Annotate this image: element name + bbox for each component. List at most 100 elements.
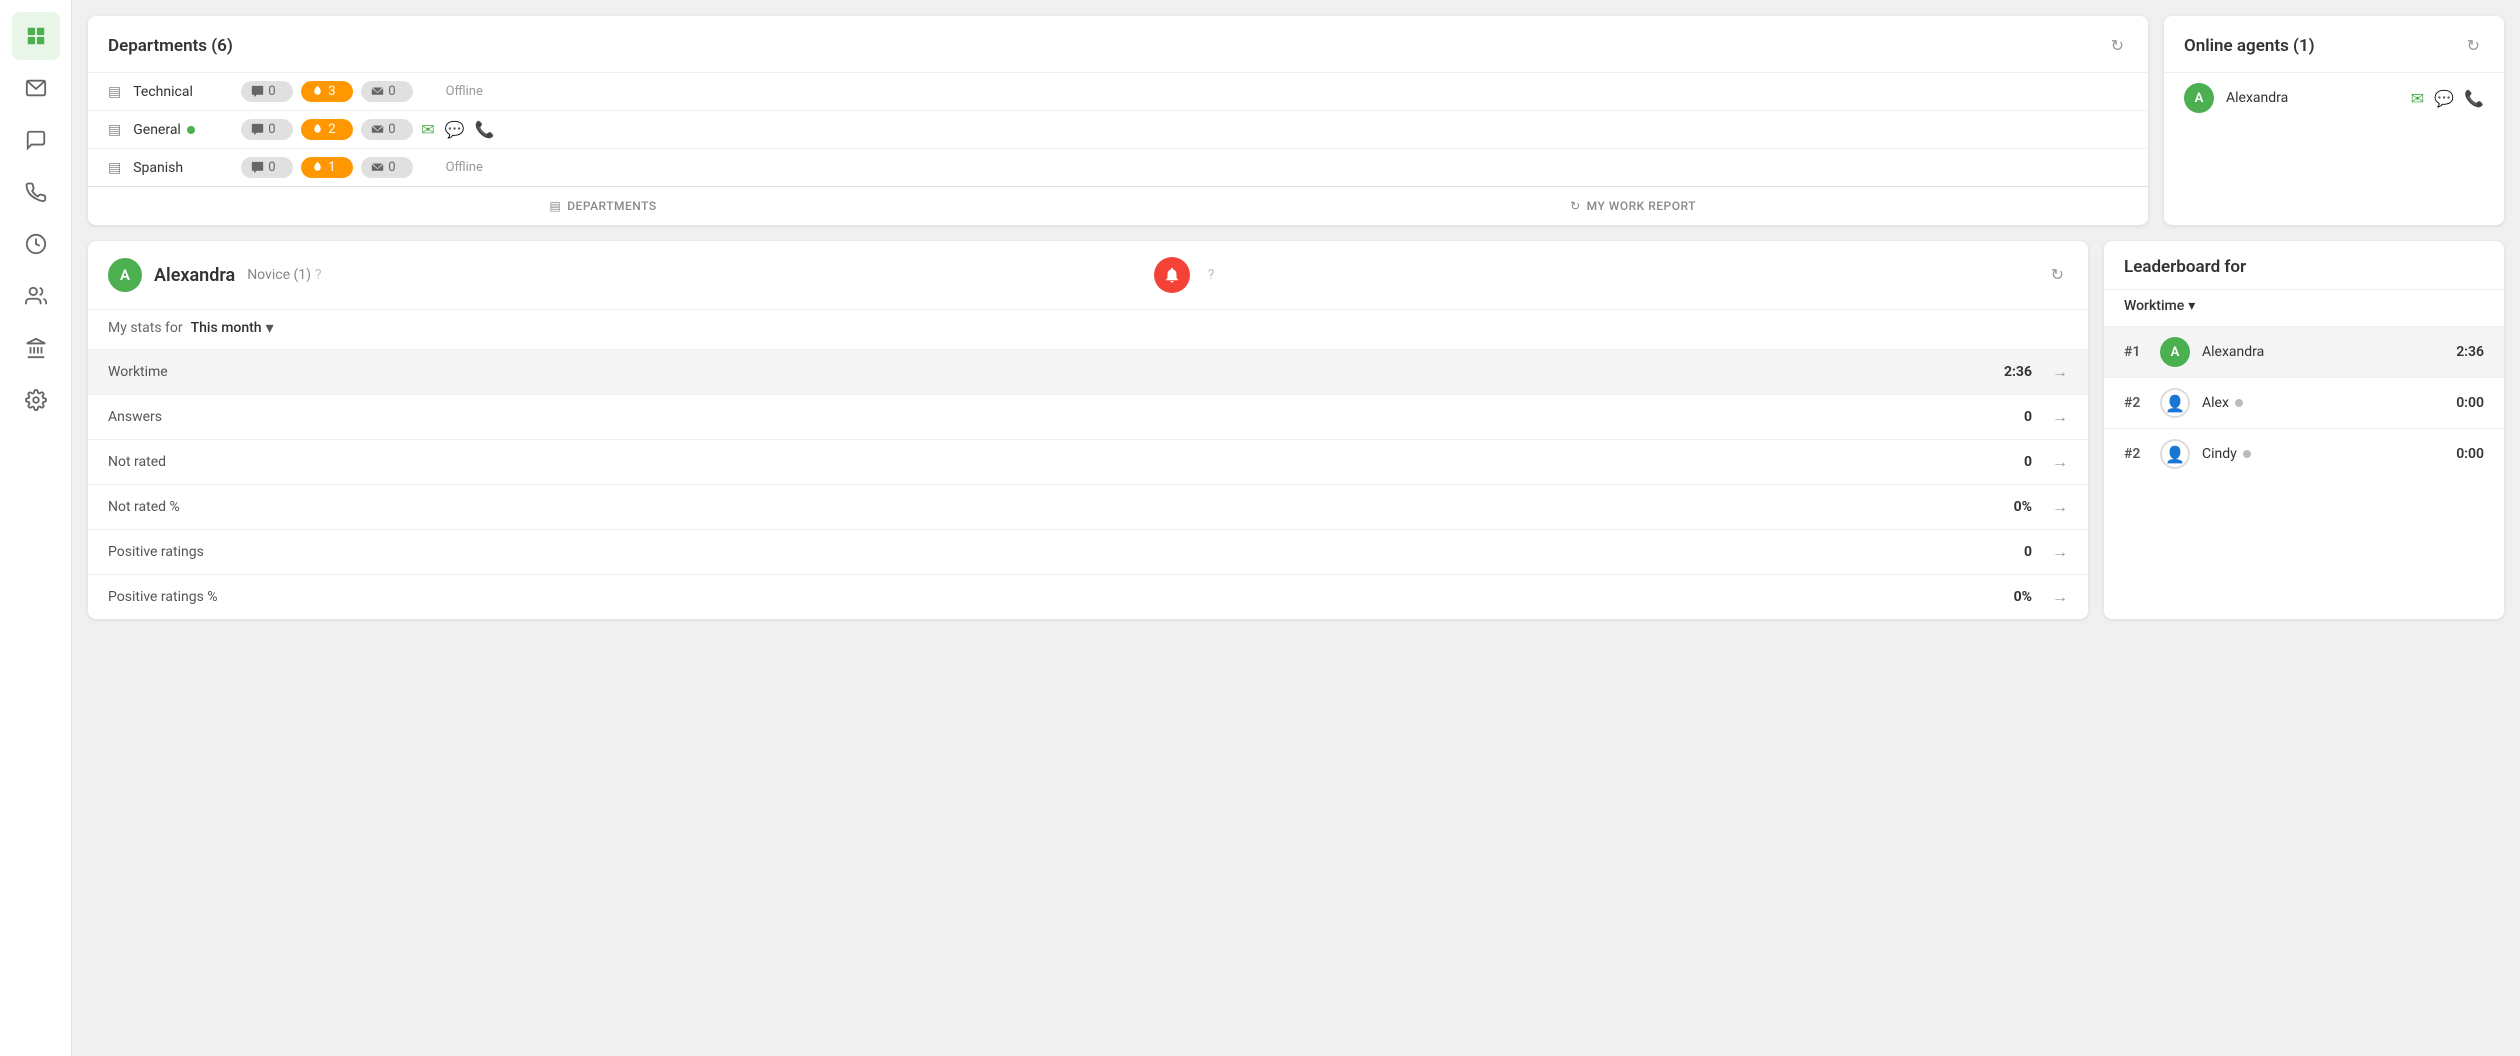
settings-icon	[25, 389, 47, 411]
alert-question-icon[interactable]: ?	[1208, 267, 1215, 283]
stats-filter-row: My stats for This month ▾	[88, 309, 2088, 349]
sidebar-item-reports[interactable]	[12, 220, 60, 268]
sidebar-item-contacts[interactable]	[12, 272, 60, 320]
not-rated-label: Not rated	[108, 454, 2024, 470]
dept-stats-spanish: 0 1 0 Offline	[241, 157, 2128, 178]
stats-refresh-button[interactable]: ↻	[2047, 261, 2068, 289]
leaderboard-filter-select[interactable]: Worktime ▾	[2124, 298, 2195, 314]
alex-offline-dot	[2235, 399, 2243, 407]
dept-name-spanish: Spanish	[133, 160, 233, 176]
not-rated-pct-value: 0%	[2014, 499, 2032, 515]
stat-row-positive-pct: Positive ratings % 0% →	[88, 574, 2088, 619]
sidebar-item-settings[interactable]	[12, 376, 60, 424]
tab-work-report[interactable]: ↻ MY WORK REPORT	[1118, 187, 2148, 225]
dept-emails-technical: 0	[361, 81, 413, 102]
sidebar-item-phone[interactable]	[12, 168, 60, 216]
not-rated-pct-arrow[interactable]: →	[2052, 497, 2068, 517]
leaderboard-row-1: #1 A Alexandra 2:36	[2104, 326, 2504, 377]
leaderboard-row-2: #2 👤 Alex 0:00	[2104, 377, 2504, 428]
cindy-offline-dot	[2243, 450, 2251, 458]
alexandra-channel-icons: ✉ 💬 📞	[2411, 89, 2484, 108]
main-content: Departments (6) ↻ ▤ Technical 0	[72, 0, 2520, 1056]
dept-queue-general: 2	[301, 119, 353, 140]
leaderboard-dropdown-arrow: ▾	[2188, 298, 2195, 314]
departments-refresh-button[interactable]: ↻	[2107, 32, 2128, 60]
sidebar-item-dashboard[interactable]	[12, 12, 60, 60]
lb-avatar-cindy: 👤	[2160, 439, 2190, 469]
not-rated-arrow[interactable]: →	[2052, 452, 2068, 472]
leaderboard-row-3: #2 👤 Cindy 0:00	[2104, 428, 2504, 479]
sidebar-item-bank[interactable]	[12, 324, 60, 372]
dept-chats-spanish: 0	[241, 157, 293, 178]
email-badge-icon-g	[371, 123, 384, 136]
positive-pct-value: 0%	[2014, 589, 2032, 605]
worktime-arrow[interactable]: →	[2052, 362, 2068, 382]
lb-avatar-alex: 👤	[2160, 388, 2190, 418]
departments-title: Departments (6)	[108, 36, 233, 56]
alert-badge[interactable]	[1154, 257, 1190, 293]
positive-arrow[interactable]: →	[2052, 542, 2068, 562]
stat-row-answers: Answers 0 →	[88, 394, 2088, 439]
dept-queue-technical: 3	[301, 81, 353, 102]
chat-badge-icon-s	[251, 161, 264, 174]
folder-icon-technical: ▤	[108, 84, 121, 100]
online-agents-title: Online agents (1)	[2184, 36, 2315, 56]
my-stats-card: A Alexandra Novice (1) ? ? ↻ My stats fo…	[88, 241, 2088, 619]
answers-arrow[interactable]: →	[2052, 407, 2068, 427]
leaderboard-filter-row: Worktime ▾	[2104, 289, 2504, 326]
contacts-icon	[25, 285, 47, 307]
sidebar-item-chat[interactable]	[12, 116, 60, 164]
dept-row-general: ▤ General 0 2	[88, 110, 2148, 148]
dept-stats-general: 0 2 0 ✉ 💬 📞	[241, 119, 2128, 140]
dept-queue-spanish: 1	[301, 157, 353, 178]
lb-name-alexandra: Alexandra	[2202, 344, 2444, 360]
fire-badge-icon	[311, 85, 324, 98]
stat-row-worktime: Worktime 2:36 →	[88, 349, 2088, 394]
stats-filter-label: My stats for	[108, 320, 183, 336]
dept-row-technical: ▤ Technical 0 3	[88, 72, 2148, 110]
lb-value-2a: 0:00	[2456, 395, 2484, 411]
lb-avatar-alexandra: A	[2160, 337, 2190, 367]
phone-action-icon[interactable]: 📞	[475, 120, 495, 139]
departments-card-tabs: ▤ DEPARTMENTS ↻ MY WORK REPORT	[88, 186, 2148, 225]
chat-action-icon[interactable]: 💬	[445, 120, 465, 139]
email-badge-icon-s	[371, 161, 384, 174]
level-question-icon[interactable]: ?	[315, 267, 322, 283]
folder-tab-icon: ▤	[549, 199, 561, 213]
lb-name-alex: Alex	[2202, 395, 2444, 411]
lb-value-2b: 0:00	[2456, 446, 2484, 462]
dept-name-general: General	[133, 122, 233, 138]
alexandra-chat-icon[interactable]: 💬	[2434, 89, 2454, 108]
reports-icon	[25, 233, 47, 255]
departments-card-header: Departments (6) ↻	[88, 16, 2148, 72]
folder-icon-general: ▤	[108, 122, 121, 138]
dept-status-spanish: Offline	[429, 160, 499, 175]
online-agents-header: Online agents (1) ↻	[2164, 16, 2504, 72]
agent-row-alexandra: A Alexandra ✉ 💬 📞	[2164, 72, 2504, 123]
stats-period-select[interactable]: This month ▾	[191, 318, 274, 337]
tab-departments[interactable]: ▤ DEPARTMENTS	[88, 187, 1118, 225]
folder-icon-spanish: ▤	[108, 160, 121, 176]
rank-2a: #2	[2124, 395, 2148, 411]
agent-level: Novice (1) ?	[247, 267, 321, 283]
dept-status-technical: Offline	[429, 84, 499, 99]
positive-value: 0	[2024, 544, 2032, 560]
alexandra-phone-icon[interactable]: 📞	[2464, 89, 2484, 108]
dept-emails-general: 0	[361, 119, 413, 140]
dept-actions-general: ✉ 💬 📞	[421, 120, 494, 139]
departments-card: Departments (6) ↻ ▤ Technical 0	[88, 16, 2148, 225]
email-action-icon[interactable]: ✉	[421, 120, 434, 139]
worktime-label: Worktime	[108, 364, 2004, 380]
dept-stats-technical: 0 3 0 Offline	[241, 81, 2128, 102]
chat-icon	[25, 129, 47, 151]
sidebar-item-mail[interactable]	[12, 64, 60, 112]
stat-row-not-rated: Not rated 0 →	[88, 439, 2088, 484]
dept-emails-spanish: 0	[361, 157, 413, 178]
alexandra-email-icon[interactable]: ✉	[2411, 89, 2424, 108]
leaderboard-header: Leaderboard for	[2104, 241, 2504, 289]
top-row: Departments (6) ↻ ▤ Technical 0	[88, 16, 2504, 225]
my-agent-name: Alexandra	[154, 265, 235, 286]
online-agents-refresh-button[interactable]: ↻	[2463, 32, 2484, 60]
positive-pct-arrow[interactable]: →	[2052, 587, 2068, 607]
leaderboard-title: Leaderboard for	[2124, 257, 2246, 277]
